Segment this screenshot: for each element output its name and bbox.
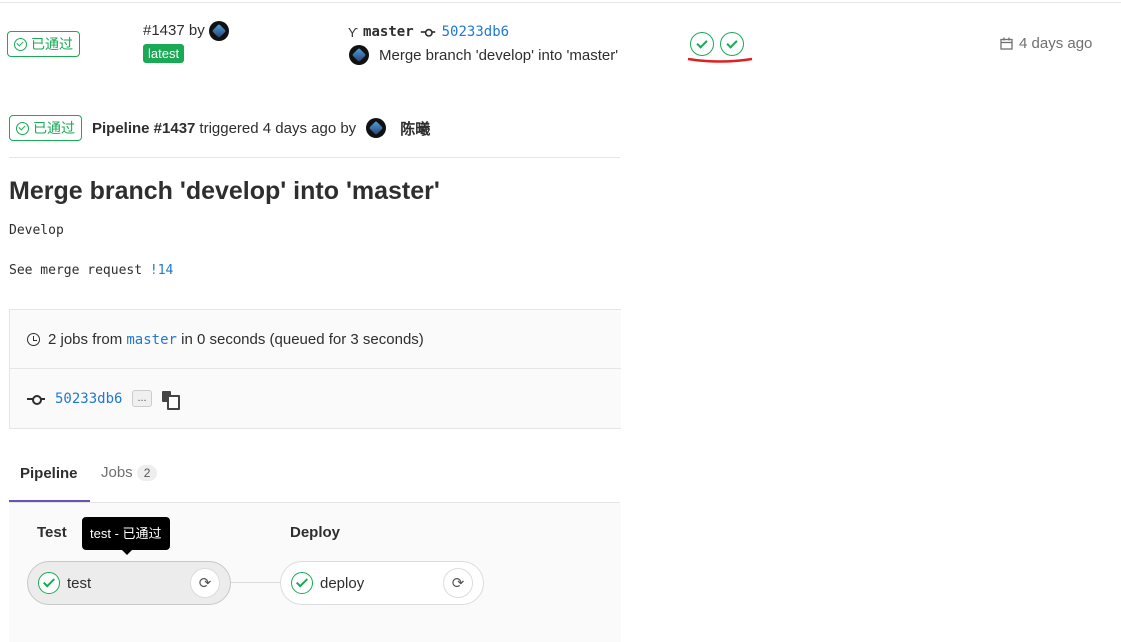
tab-jobs[interactable]: Jobs 2 — [101, 464, 158, 481]
red-underline-annotation — [687, 57, 753, 63]
pipeline-info-box: 2 jobs from master in 0 seconds (queued … — [9, 309, 621, 429]
info-commit-sha-link[interactable]: 50233db6 — [55, 391, 122, 407]
merge-request-link[interactable]: !14 — [150, 263, 173, 278]
commit-body-line1: Develop — [9, 223, 64, 238]
job-test[interactable]: test ⟳ — [27, 561, 231, 605]
tab-jobs-label: Jobs — [101, 464, 133, 481]
row-divider — [0, 2, 1121, 3]
avatar[interactable] — [208, 21, 229, 41]
job-test-label: test — [67, 574, 92, 592]
list-status-text: 已通过 — [31, 36, 73, 52]
retry-icon[interactable]: ⟳ — [190, 568, 220, 598]
commit-body-line2: See merge request !14 — [9, 263, 173, 278]
jobs-count-badge: 2 — [136, 465, 158, 481]
job-tooltip: test - 已通过 — [82, 517, 170, 550]
list-status-badge[interactable]: 已通过 — [7, 31, 80, 57]
check-circle-icon — [16, 121, 29, 135]
header-divider — [9, 157, 620, 158]
pipeline-header: 已通过 Pipeline #1437 triggered 4 days ago … — [9, 115, 430, 141]
copy-icon[interactable] — [161, 391, 180, 410]
stage-status-icons — [690, 32, 744, 56]
time-text: 4 days ago — [1019, 35, 1093, 52]
branch-commit-line: Ƴ master 50233db6 — [348, 24, 509, 40]
stage-connector — [230, 582, 280, 583]
stage-deploy-status-icon[interactable] — [720, 32, 744, 56]
merge-request-prefix: See merge request — [9, 263, 143, 278]
header-status-badge[interactable]: 已通过 — [9, 115, 82, 141]
pipeline-time: 4 days ago — [1000, 35, 1092, 52]
header-status-text: 已通过 — [33, 120, 75, 136]
stage-deploy-title: Deploy — [290, 524, 341, 541]
pipeline-label: Pipeline #1437 — [92, 119, 196, 137]
tab-pipeline[interactable]: Pipeline — [20, 465, 78, 482]
commit-sha-row: 50233db6 ... — [27, 390, 180, 410]
jobs-branch-link[interactable]: master — [126, 332, 177, 348]
branch-link[interactable]: master — [363, 24, 414, 40]
commit-sha-link[interactable]: 50233db6 — [442, 24, 509, 40]
retry-icon[interactable]: ⟳ — [443, 568, 473, 598]
latest-badge: latest — [143, 44, 185, 63]
user-name-link[interactable]: 陈曦 — [400, 118, 430, 139]
stage-test-title: Test — [37, 524, 67, 541]
commit-message-line: Merge branch 'develop' into 'master' — [349, 45, 618, 65]
check-circle-icon — [38, 572, 60, 594]
pipeline-id-link[interactable]: #1437 — [143, 22, 185, 39]
tooltip-arrow — [121, 549, 133, 555]
check-circle-icon — [291, 572, 313, 594]
commit-icon — [420, 27, 435, 37]
commit-message-link[interactable]: Merge branch 'develop' into 'master' — [379, 47, 618, 64]
pipeline-by-text: by — [188, 21, 205, 39]
job-deploy[interactable]: deploy ⟳ — [280, 561, 484, 605]
jobs-summary-suffix: in 0 seconds (queued for 3 seconds) — [181, 331, 424, 348]
avatar[interactable] — [349, 45, 369, 65]
check-circle-icon — [14, 37, 27, 51]
commit-icon — [27, 393, 45, 405]
job-deploy-label: deploy — [320, 574, 365, 592]
jobs-summary-prefix: 2 jobs from — [48, 331, 123, 348]
avatar[interactable] — [366, 118, 387, 138]
info-divider — [10, 368, 621, 369]
fork-icon: Ƴ — [348, 24, 359, 40]
expand-commit-button[interactable]: ... — [132, 390, 152, 407]
pipeline-id-line: #1437 by — [143, 21, 229, 41]
stage-test-status-icon[interactable] — [690, 32, 714, 56]
clock-icon — [27, 333, 40, 346]
calendar-icon — [1000, 37, 1013, 50]
commit-title: Merge branch 'develop' into 'master' — [9, 177, 440, 205]
triggered-text: triggered 4 days ago by — [199, 119, 357, 137]
jobs-summary: 2 jobs from master in 0 seconds (queued … — [27, 331, 424, 348]
